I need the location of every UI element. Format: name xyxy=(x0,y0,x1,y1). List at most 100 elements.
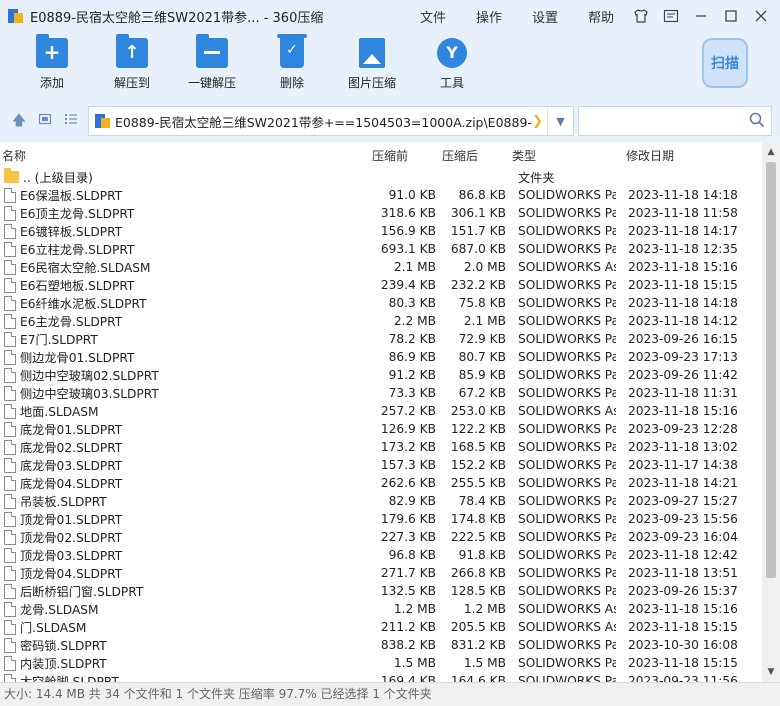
scrollbar-thumb[interactable] xyxy=(766,162,776,578)
file-row[interactable]: E6纤维水泥板.SLDPRT 80.3 KB 75.8 KB SOLIDWORKS P… xyxy=(0,294,762,312)
menu-bar: 文件 操作 设置 帮助 xyxy=(420,0,644,32)
app-icon xyxy=(8,8,24,24)
address-path[interactable]: E0889-民宿太空舱三维SW2021带参+==1504503=1000A.zi… xyxy=(115,112,532,131)
search-input[interactable] xyxy=(578,106,772,136)
file-date: 2023-11-18 12:35 xyxy=(628,242,738,256)
file-row[interactable]: 顶龙骨02.SLDPRT 227.3 KB 222.5 KB SOLIDWORKS P… xyxy=(0,528,762,546)
file-row[interactable]: E6民宿太空舱.SLDASM 2.1 MB 2.0 MB SOLIDWORKS As.… xyxy=(0,258,762,276)
file-type: SOLIDWORKS Pa... xyxy=(518,332,616,346)
scroll-up-icon[interactable]: ▲ xyxy=(762,144,780,160)
file-date: 2023-11-18 13:02 xyxy=(628,440,738,454)
file-icon xyxy=(4,457,16,473)
menu-operation[interactable]: 操作 xyxy=(476,7,502,26)
extract-to-button[interactable]: 解压到 xyxy=(92,34,172,91)
file-date: 2023-11-18 12:42 xyxy=(628,548,738,562)
file-row[interactable]: 底龙骨04.SLDPRT 262.6 KB 255.5 KB SOLIDWORKS P… xyxy=(0,474,762,492)
file-compressed-size: 232.2 KB xyxy=(450,278,506,292)
file-icon xyxy=(4,511,16,527)
scroll-down-icon[interactable]: ▼ xyxy=(762,664,780,680)
file-row[interactable]: E6主龙骨.SLDPRT 2.2 MB 2.1 MB SOLIDWORKS Pa...… xyxy=(0,312,762,330)
menu-help[interactable]: 帮助 xyxy=(588,7,614,26)
file-row[interactable]: 后断桥铝门窗.SLDPRT 132.5 KB 128.5 KB SOLIDWORKS … xyxy=(0,582,762,600)
file-row[interactable]: E6镀锌板.SLDPRT 156.9 KB 151.7 KB SOLIDWORKS P… xyxy=(0,222,762,240)
file-row[interactable]: 底龙骨01.SLDPRT 126.9 KB 122.2 KB SOLIDWORKS P… xyxy=(0,420,762,438)
file-row[interactable]: 侧边龙骨01.SLDPRT 86.9 KB 80.7 KB SOLIDWORKS Pa… xyxy=(0,348,762,366)
file-type: SOLIDWORKS Pa... xyxy=(518,422,616,436)
file-name: E6主龙骨.SLDPRT xyxy=(20,315,123,329)
file-compressed-size: 174.8 KB xyxy=(450,512,506,526)
file-date: 2023-11-18 14:12 xyxy=(628,314,738,328)
file-type: SOLIDWORKS Pa... xyxy=(518,584,616,598)
up-arrow-icon[interactable]: 🡅 xyxy=(10,112,28,130)
file-row[interactable]: 太空舱脚.SLDPRT 169.4 KB 164.6 KB SOLIDWORKS Pa… xyxy=(0,672,762,682)
one-click-extract-button[interactable]: 一键解压 xyxy=(172,34,252,91)
file-row[interactable]: 内装顶.SLDPRT 1.5 MB 1.5 MB SOLIDWORKS Pa... 20… xyxy=(0,654,762,672)
file-size: 838.2 KB xyxy=(380,638,436,652)
file-row[interactable]: E6石塑地板.SLDPRT 239.4 KB 232.2 KB SOLIDWORKS … xyxy=(0,276,762,294)
view-thumbnail-icon[interactable] xyxy=(36,112,54,130)
file-name: 龙骨.SLDASM xyxy=(20,603,99,617)
file-row[interactable]: 侧边中空玻璃02.SLDPRT 91.2 KB 85.9 KB SOLIDWORKS … xyxy=(0,366,762,384)
skin-icon[interactable] xyxy=(628,3,654,29)
vertical-scrollbar[interactable]: ▲ ▼ xyxy=(762,142,780,682)
column-compressed[interactable]: 压缩后 xyxy=(436,147,506,164)
file-type: SOLIDWORKS As... xyxy=(518,404,616,418)
file-date: 2023-09-23 17:13 xyxy=(628,350,738,364)
file-row[interactable]: 龙骨.SLDASM 1.2 MB 1.2 MB SOLIDWORKS As... 202… xyxy=(0,600,762,618)
menu-settings[interactable]: 设置 xyxy=(532,7,558,26)
file-compressed-size: 1.2 MB xyxy=(463,602,506,616)
file-compressed-size: 266.8 KB xyxy=(450,566,506,580)
column-name[interactable]: 名称 xyxy=(0,147,360,164)
address-dropdown-icon[interactable]: ▼ xyxy=(547,107,573,135)
file-row[interactable]: 密码锁.SLDPRT 838.2 KB 831.2 KB SOLIDWORKS Pa.… xyxy=(0,636,762,654)
file-size: 318.6 KB xyxy=(380,206,436,220)
minimize-button[interactable] xyxy=(688,3,714,29)
file-row[interactable]: E6保温板.SLDPRT 91.0 KB 86.8 KB SOLIDWORKS Pa.… xyxy=(0,186,762,204)
parent-directory-row[interactable]: .. (上级目录) 文件夹 xyxy=(0,168,762,186)
file-type: SOLIDWORKS Pa... xyxy=(518,638,616,652)
image-compress-button[interactable]: 图片压缩 xyxy=(332,38,412,91)
file-row[interactable]: 侧边中空玻璃03.SLDPRT 73.3 KB 67.2 KB SOLIDWORKS … xyxy=(0,384,762,402)
file-row[interactable]: 顶龙骨04.SLDPRT 271.7 KB 266.8 KB SOLIDWORKS P… xyxy=(0,564,762,582)
file-size: 169.4 KB xyxy=(380,674,436,682)
file-icon xyxy=(4,439,16,455)
file-date: 2023-11-18 15:16 xyxy=(628,602,738,616)
maximize-button[interactable] xyxy=(718,3,744,29)
file-icon xyxy=(4,277,16,293)
column-type[interactable]: 类型 xyxy=(506,147,616,164)
column-size[interactable]: 压缩前 xyxy=(360,147,436,164)
feedback-icon[interactable] xyxy=(658,3,684,29)
file-row[interactable]: 底龙骨02.SLDPRT 173.2 KB 168.5 KB SOLIDWORKS P… xyxy=(0,438,762,456)
file-row[interactable]: 底龙骨03.SLDPRT 157.3 KB 152.2 KB SOLIDWORKS P… xyxy=(0,456,762,474)
file-compressed-size: 151.7 KB xyxy=(450,224,506,238)
trash-icon xyxy=(277,34,307,68)
file-row[interactable]: 门.SLDASM 211.2 KB 205.5 KB SOLIDWORKS As...… xyxy=(0,618,762,636)
file-row[interactable]: 地面.SLDASM 257.2 KB 253.0 KB SOLIDWORKS As..… xyxy=(0,402,762,420)
file-row[interactable]: 顶龙骨01.SLDPRT 179.6 KB 174.8 KB SOLIDWORKS P… xyxy=(0,510,762,528)
menu-file[interactable]: 文件 xyxy=(420,7,446,26)
scan-button[interactable]: 扫描 xyxy=(702,38,752,96)
tools-icon xyxy=(437,38,467,68)
file-row[interactable]: E6立柱龙骨.SLDPRT 693.1 KB 687.0 KB SOLIDWORKS … xyxy=(0,240,762,258)
file-type: SOLIDWORKS Pa... xyxy=(518,224,616,238)
add-button[interactable]: 添加 xyxy=(12,34,92,91)
column-date[interactable]: 修改日期 xyxy=(616,147,756,164)
file-name: E6民宿太空舱.SLDASM xyxy=(20,261,151,275)
file-row[interactable]: E6顶主龙骨.SLDPRT 318.6 KB 306.1 KB SOLIDWORKS … xyxy=(0,204,762,222)
file-date: 2023-11-17 14:38 xyxy=(628,458,738,472)
delete-button[interactable]: 删除 xyxy=(252,34,332,91)
file-name: 密码锁.SLDPRT xyxy=(20,639,107,653)
file-row[interactable]: 顶龙骨03.SLDPRT 96.8 KB 91.8 KB SOLIDWORKS Pa.… xyxy=(0,546,762,564)
file-type: SOLIDWORKS Pa... xyxy=(518,386,616,400)
file-row[interactable]: E7门.SLDPRT 78.2 KB 72.9 KB SOLIDWORKS Pa...… xyxy=(0,330,762,348)
tools-button[interactable]: 工具 xyxy=(412,38,492,91)
file-row[interactable]: 吊装板.SLDPRT 82.9 KB 78.4 KB SOLIDWORKS Pa...… xyxy=(0,492,762,510)
file-date: 2023-11-18 15:15 xyxy=(628,620,738,634)
view-list-icon[interactable] xyxy=(62,112,80,130)
search-icon[interactable] xyxy=(749,112,765,128)
file-size: 156.9 KB xyxy=(380,224,436,238)
address-bar[interactable]: E0889-民宿太空舱三维SW2021带参+==1504503=1000A.zi… xyxy=(88,106,574,136)
close-button[interactable] xyxy=(748,3,774,29)
file-list: 名称 压缩前 压缩后 类型 修改日期 .. (上级目录) 文件夹 E6保温板.S… xyxy=(0,142,762,682)
file-size: 1.2 MB xyxy=(393,602,436,616)
